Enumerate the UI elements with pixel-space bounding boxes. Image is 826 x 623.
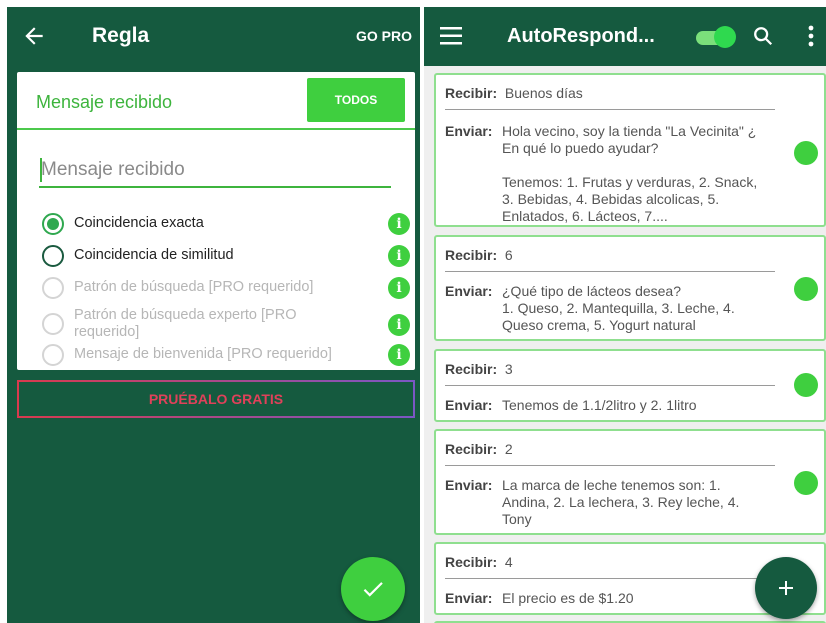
option-label: Mensaje de bienvenida [PRO requerido]	[74, 346, 332, 362]
card-title: Mensaje recibido	[36, 92, 173, 112]
divider	[445, 271, 775, 272]
plus-icon	[779, 581, 793, 595]
receive-value: 6	[504, 247, 513, 263]
send-key: Enviar:	[445, 123, 493, 139]
radio-checked-icon[interactable]	[42, 213, 64, 235]
rule-toolbar: Regla GO PRO	[7, 7, 420, 67]
divider	[445, 109, 775, 110]
more-vert-icon[interactable]	[808, 25, 814, 47]
send-value: Hola vecino, soy la tienda "La Vecinita"…	[502, 123, 758, 224]
option-label: Patrón de búsqueda [PRO requerido]	[74, 279, 314, 295]
receive-row: Recibir: 3	[445, 361, 513, 377]
receive-row: Recibir: 4	[445, 554, 513, 570]
rule-card[interactable]: Recibir: 2 Enviar: La marca de leche ten…	[434, 429, 826, 535]
option-label: Patrón de búsqueda experto [PRO requerid…	[74, 307, 297, 340]
try-free-button[interactable]: PRUÉBALO GRATIS	[17, 380, 415, 418]
receive-key: Recibir:	[445, 85, 498, 101]
send-value: El precio es de $1.20	[502, 590, 634, 606]
go-pro-button[interactable]: GO PRO	[356, 28, 412, 44]
info-icon[interactable]: i	[388, 277, 410, 299]
radio-unchecked-icon[interactable]	[42, 245, 64, 267]
divider	[445, 385, 775, 386]
info-icon[interactable]: i	[388, 245, 410, 267]
option-label: Coincidencia exacta	[74, 215, 204, 231]
radio-disabled-icon	[42, 344, 64, 366]
toggle-thumb	[714, 26, 736, 48]
receive-value: 3	[504, 361, 513, 377]
rules-list-screen: AutoRespond... Recibir: Buenos días Envi…	[424, 7, 826, 623]
rule-card[interactable]: Recibir: 6 Enviar: ¿Qué tipo de lácteos …	[434, 235, 826, 341]
receive-value: Buenos días	[504, 85, 583, 101]
received-message-input[interactable]	[39, 156, 391, 188]
receive-row: Recibir: 2	[445, 441, 513, 457]
received-message-card: Mensaje recibido TODOS Coincidencia exac…	[17, 72, 415, 370]
receive-key: Recibir:	[445, 247, 498, 263]
info-icon[interactable]: i	[388, 213, 410, 235]
info-icon[interactable]: i	[388, 314, 410, 336]
receive-key: Recibir:	[445, 361, 498, 377]
back-arrow-icon[interactable]	[21, 23, 47, 49]
send-key: Enviar:	[445, 477, 493, 493]
rule-status-dot[interactable]	[794, 373, 818, 397]
check-icon	[363, 582, 383, 597]
option-exact-match[interactable]: Coincidencia exacta i	[42, 213, 410, 237]
rule-card[interactable]: Recibir: Buenos días Enviar: Hola vecino…	[434, 73, 826, 227]
menu-icon[interactable]	[440, 27, 462, 45]
receive-row: Recibir: 6	[445, 247, 513, 263]
rule-status-dot[interactable]	[794, 141, 818, 165]
search-icon[interactable]	[752, 25, 774, 47]
radio-disabled-icon	[42, 277, 64, 299]
app-title: AutoRespond...	[507, 25, 655, 47]
send-value: ¿Qué tipo de lácteos desea? 1. Queso, 2.…	[502, 283, 735, 333]
add-rule-fab[interactable]	[755, 557, 817, 619]
save-fab[interactable]	[341, 557, 405, 621]
option-label: Coincidencia de similitud	[74, 247, 234, 263]
receive-value: 2	[504, 441, 513, 457]
info-icon[interactable]: i	[388, 344, 410, 366]
send-value: Tenemos de 1.1/2litro y 2. 1litro	[502, 397, 697, 413]
send-key: Enviar:	[445, 283, 493, 299]
receive-key: Recibir:	[445, 554, 498, 570]
option-welcome-message[interactable]: Mensaje de bienvenida [PRO requerido] i	[42, 344, 410, 368]
rule-card[interactable]: Recibir: 3 Enviar: Tenemos de 1.1/2litro…	[434, 349, 826, 422]
text-cursor	[40, 158, 42, 182]
option-search-pattern[interactable]: Patrón de búsqueda [PRO requerido] i	[42, 277, 410, 301]
divider	[445, 578, 775, 579]
receive-row: Recibir: Buenos días	[445, 85, 583, 101]
service-toggle[interactable]	[696, 26, 736, 48]
screen-title: Regla	[92, 24, 150, 47]
todos-button[interactable]: TODOS	[307, 78, 405, 122]
divider	[445, 465, 775, 466]
option-expert-pattern[interactable]: Patrón de búsqueda experto [PRO requerid…	[42, 307, 410, 342]
rule-status-dot[interactable]	[794, 277, 818, 301]
card-header: Mensaje recibido TODOS	[17, 72, 415, 130]
send-key: Enviar:	[445, 397, 493, 413]
rule-status-dot[interactable]	[794, 471, 818, 495]
send-value: La marca de leche tenemos son: 1. Andina…	[502, 477, 740, 527]
receive-key: Recibir:	[445, 441, 498, 457]
app-toolbar: AutoRespond...	[424, 7, 826, 66]
send-key: Enviar:	[445, 590, 493, 606]
radio-disabled-icon	[42, 313, 64, 335]
rule-editor-screen: Regla GO PRO Mensaje recibido TODOS Coin…	[7, 7, 420, 623]
option-similarity-match[interactable]: Coincidencia de similitud i	[42, 245, 410, 269]
receive-value: 4	[504, 554, 513, 570]
